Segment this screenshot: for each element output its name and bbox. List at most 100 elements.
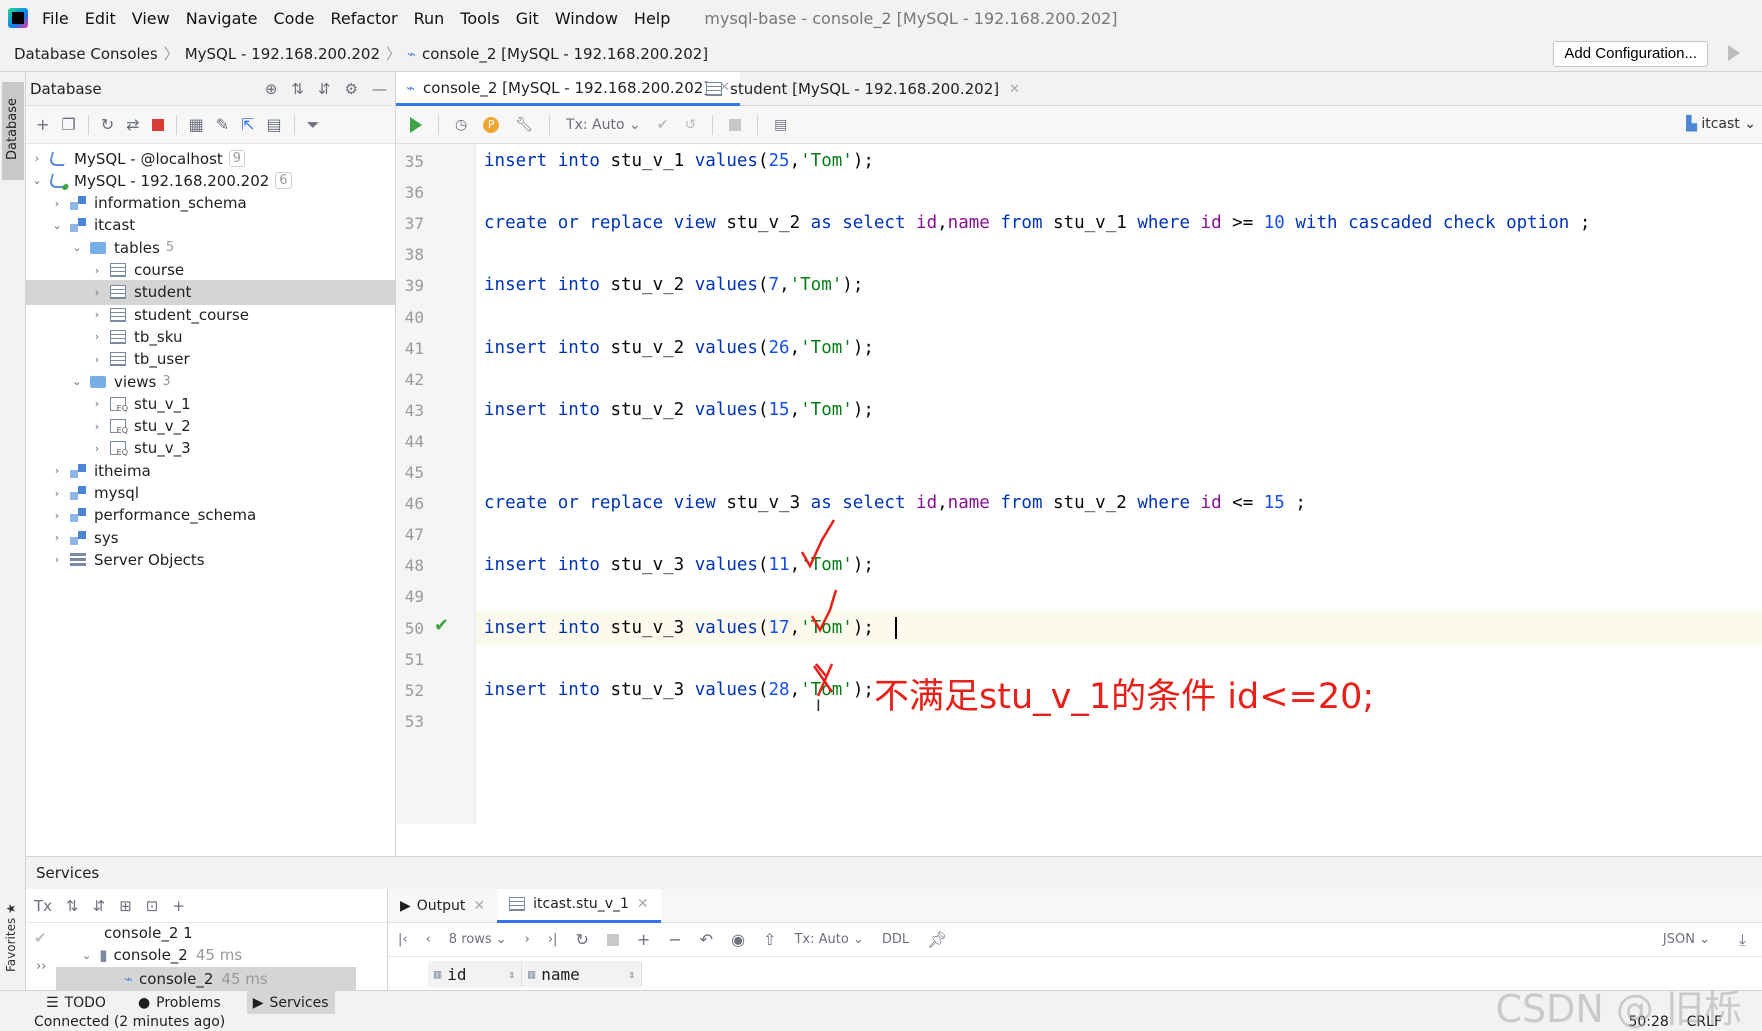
breadcrumb-database-consoles[interactable]: Database Consoles xyxy=(14,45,158,63)
query-console-icon[interactable]: ▤ xyxy=(267,115,282,134)
rollback-icon[interactable]: ↺ xyxy=(684,117,696,133)
run-configuration-icon[interactable] xyxy=(1728,45,1740,61)
commit-icon[interactable]: ✔ xyxy=(657,117,669,133)
close-icon[interactable]: ✕ xyxy=(1009,82,1020,97)
expand-all-icon[interactable]: ⇅ xyxy=(291,80,304,98)
chevron-down-icon[interactable]: ⌄ xyxy=(52,219,62,232)
rows-count-dropdown[interactable]: 8 rows ⌄ xyxy=(449,932,507,947)
chevron-right-icon[interactable]: › xyxy=(92,397,102,410)
close-icon[interactable]: ✕ xyxy=(473,898,485,914)
menu-code[interactable]: Code xyxy=(274,9,315,28)
cancel-running-icon[interactable] xyxy=(729,118,742,131)
chevron-down-icon[interactable]: ⌄ xyxy=(72,241,82,254)
jump-to-console-icon[interactable]: ⇱ xyxy=(241,115,254,134)
menu-edit[interactable]: Edit xyxy=(85,9,116,28)
expand-all-icon[interactable]: ⇅ xyxy=(66,897,79,915)
tree-item-stu-v-3[interactable]: › stu_v_3 xyxy=(26,436,395,461)
chevron-right-icon[interactable]: › xyxy=(92,286,102,299)
tree-item-server-objects[interactable]: › Server Objects xyxy=(26,547,395,572)
duplicate-icon[interactable]: ❐ xyxy=(61,115,75,134)
service-item[interactable]: console_2 1 xyxy=(104,921,193,945)
favorites-tool-window-button[interactable]: Favorites ★ xyxy=(4,903,18,972)
tree-item-tb-sku[interactable]: › tb_sku xyxy=(26,324,395,349)
menu-run[interactable]: Run xyxy=(414,9,445,28)
chevron-right-icon[interactable]: › xyxy=(92,420,102,433)
menu-tools[interactable]: Tools xyxy=(460,9,499,28)
chevron-right-icon[interactable]: › xyxy=(92,308,102,321)
column-header-id[interactable]: ▥ id ⇕ xyxy=(428,961,522,987)
chevron-right-icon[interactable]: › xyxy=(92,264,102,277)
tab-itcast-stu-v-1[interactable]: itcast.stu_v_1 ✕ xyxy=(497,888,661,923)
chevron-right-icon[interactable]: › xyxy=(52,464,62,477)
chevron-right-icon[interactable]: › xyxy=(32,152,42,165)
stop-icon[interactable] xyxy=(606,933,619,946)
refresh-icon[interactable]: ↻ xyxy=(575,930,588,949)
stop-icon[interactable] xyxy=(151,118,164,131)
add-service-icon[interactable]: + xyxy=(172,897,185,915)
profile-icon[interactable]: P xyxy=(483,116,500,133)
problems-tool-button[interactable]: ● Problems xyxy=(132,991,227,1015)
tx-mode-dropdown[interactable]: Tx: Auto ⌄ xyxy=(566,117,641,133)
chevron-down-icon[interactable]: ⌄ xyxy=(72,375,82,388)
breadcrumb-connection[interactable]: MySQL - 192.168.200.202 xyxy=(185,45,380,63)
results-tx-dropdown[interactable]: Tx: Auto ⌄ xyxy=(794,932,863,947)
tx-label[interactable]: Tx xyxy=(34,897,52,915)
tree-item-information-schema[interactable]: › information_schema xyxy=(26,191,395,216)
chevron-right-icon[interactable]: › xyxy=(52,553,62,566)
tree-item-stu-v-2[interactable]: › stu_v_2 xyxy=(26,414,395,439)
tree-item-mysql[interactable]: › mysql xyxy=(26,481,395,506)
locate-icon[interactable]: ⊕ xyxy=(265,80,278,98)
chevron-down-icon[interactable]: ⌄ xyxy=(32,174,42,187)
collapse-all-icon[interactable]: ⇵ xyxy=(93,897,106,915)
gear-icon[interactable]: ⚙ xyxy=(345,80,358,98)
close-icon[interactable]: ✕ xyxy=(637,896,649,912)
tree-item-views[interactable]: ⌄ views 3 xyxy=(26,369,395,394)
service-item-selected[interactable]: ⌁ console_2 45 ms xyxy=(56,967,356,991)
tree-item-course[interactable]: › course xyxy=(26,258,395,283)
tree-item-student-course[interactable]: › student_course xyxy=(26,302,395,327)
service-item[interactable]: ⌄ ▮ console_2 45 ms xyxy=(82,943,242,967)
breadcrumb-console[interactable]: console_2 [MySQL - 192.168.200.202] xyxy=(422,45,708,63)
schema-selector[interactable]: ▙ itcast ⌄ xyxy=(1686,116,1756,132)
tree-item-mysql-localhost[interactable]: › MySQL - @localhost 9 xyxy=(26,146,395,171)
menu-navigate[interactable]: Navigate xyxy=(186,9,258,28)
tree-item-mysql-192-168-200-202[interactable]: ⌄ MySQL - 192.168.200.202 6 xyxy=(26,168,395,193)
menu-view[interactable]: View xyxy=(132,9,170,28)
add-row-icon[interactable]: + xyxy=(637,930,650,949)
previous-page-icon[interactable]: ‹ xyxy=(426,932,431,947)
export-format-dropdown[interactable]: JSON ⌄ xyxy=(1663,932,1710,947)
more-icon[interactable]: ›› xyxy=(36,959,46,974)
chevron-right-icon[interactable]: › xyxy=(92,353,102,366)
menu-help[interactable]: Help xyxy=(634,9,670,28)
history-icon[interactable]: ◷ xyxy=(455,117,467,133)
new-tab-icon[interactable]: ⊡ xyxy=(146,897,159,915)
database-tool-window-button[interactable]: Database xyxy=(2,82,24,180)
download-icon[interactable]: ⤓ xyxy=(1739,930,1746,950)
first-page-icon[interactable]: |‹ xyxy=(398,932,408,947)
revert-icon[interactable]: ↶ xyxy=(700,930,713,949)
column-header-name[interactable]: ▥ name ⇕ xyxy=(522,961,642,987)
schema-sync-icon[interactable]: ⇄ xyxy=(126,115,139,134)
chevron-right-icon[interactable]: › xyxy=(52,487,62,500)
todo-tool-button[interactable]: ☰ TODO xyxy=(40,991,112,1015)
tree-item-tb-user[interactable]: › tb_user xyxy=(26,347,395,372)
wrench-icon[interactable]: 🔧︎ xyxy=(515,117,533,133)
tab-console-2[interactable]: ⌁ console_2 [MySQL - 192.168.200.202] ✕ xyxy=(396,72,741,106)
tree-item-itheima[interactable]: › itheima xyxy=(26,458,395,483)
tree-item-tables[interactable]: ⌄ tables 5 xyxy=(26,235,395,260)
services-tool-button[interactable]: ▶ Services xyxy=(246,990,335,1015)
edit-icon[interactable]: ✎ xyxy=(216,115,229,134)
refresh-icon[interactable]: ↻ xyxy=(101,115,114,134)
tree-item-student[interactable]: › student xyxy=(26,279,395,305)
submit-icon[interactable]: ⇧ xyxy=(763,930,776,949)
chevron-right-icon[interactable]: › xyxy=(52,531,62,544)
execute-icon[interactable] xyxy=(410,116,422,133)
table-editor-icon[interactable]: ▦ xyxy=(189,115,204,134)
add-configuration-button[interactable]: Add Configuration... xyxy=(1553,41,1708,67)
collapse-all-icon[interactable]: ⇵ xyxy=(318,80,331,98)
chevron-right-icon[interactable]: › xyxy=(92,442,102,455)
menu-refactor[interactable]: Refactor xyxy=(330,9,397,28)
chevron-right-icon[interactable]: › xyxy=(92,330,102,343)
sort-icon[interactable]: ⇕ xyxy=(508,968,515,981)
chevron-right-icon[interactable]: › xyxy=(52,197,62,210)
